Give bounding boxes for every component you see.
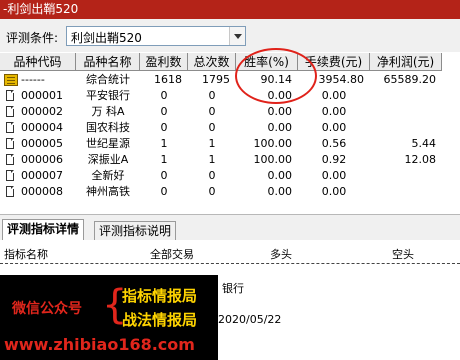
row-wins: 1 (160, 137, 168, 150)
row-profit (370, 184, 436, 200)
summary-profit: 65589.20 (383, 73, 437, 86)
row-profit: 5.44 (411, 137, 437, 150)
row-code[interactable]: 000001 (21, 88, 76, 104)
row-winrate: 0.00 (267, 105, 293, 118)
row-name[interactable]: 国农科技 (76, 120, 140, 136)
row-total: 1 (208, 137, 216, 150)
summary-total: 1795 (202, 73, 230, 86)
row-profit: 12.08 (404, 153, 437, 166)
row-wins: 0 (160, 121, 168, 134)
detail-date-text: 2020/05/22 (218, 313, 282, 326)
row-name[interactable]: 世纪星源 (76, 136, 140, 152)
row-code[interactable]: 000004 (21, 120, 76, 136)
col-header-wins[interactable]: 盈利数 (140, 53, 188, 71)
title-bar: -利剑出鞘520 (0, 0, 460, 19)
row-wins: 0 (160, 105, 168, 118)
row-profit (370, 88, 436, 104)
document-icon (6, 90, 14, 101)
row-total: 0 (208, 121, 216, 134)
tab-bar: 评测指标详情 评测指标说明 (0, 214, 460, 241)
col-header-code[interactable]: 品种代码 (0, 53, 76, 71)
row-fee: 0.00 (321, 185, 347, 198)
row-profit (370, 120, 436, 136)
row-wins: 0 (160, 169, 168, 182)
row-code[interactable]: 000007 (21, 168, 76, 184)
window-title: -利剑出鞘520 (3, 2, 79, 16)
tab-indicator-details[interactable]: 评测指标详情 (2, 219, 85, 241)
document-icon (6, 170, 14, 181)
document-icon (6, 122, 14, 133)
highlight-circle (235, 48, 317, 104)
col-header-total[interactable]: 总次数 (188, 53, 236, 71)
document-icon (6, 138, 14, 149)
results-grid[interactable]: 品种代码 品种名称 盈利数 总次数 胜率(%) 手续费(元) 净利润(元) --… (0, 53, 460, 211)
detail-header-long: 多头 (270, 248, 292, 261)
row-fee: 0.92 (321, 153, 347, 166)
divider (0, 263, 460, 264)
summary-icon (4, 74, 18, 86)
document-icon (6, 106, 14, 117)
row-total: 0 (208, 169, 216, 182)
summary-name: 综合统计 (86, 73, 130, 86)
col-header-name[interactable]: 品种名称 (76, 53, 140, 71)
condition-label: 评测条件: (6, 31, 59, 45)
summary-code: ------ (21, 73, 45, 86)
watermark-left-text: 微信公众号 (12, 301, 82, 317)
row-wins: 1 (160, 153, 168, 166)
row-winrate: 100.00 (253, 137, 293, 150)
watermark-banner: 微信公众号 { 指标情报局 战法情报局 www.zhibiao168.com (0, 275, 218, 360)
row-total: 1 (208, 153, 216, 166)
watermark-url: www.zhibiao168.com (4, 335, 195, 354)
document-icon (6, 186, 14, 197)
row-fee: 0.00 (321, 169, 347, 182)
row-winrate: 100.00 (253, 153, 293, 166)
detail-header-short: 空头 (392, 248, 414, 261)
row-name[interactable]: 万 科A (76, 104, 140, 120)
detail-header-all: 全部交易 (150, 248, 194, 261)
row-name[interactable]: 平安银行 (76, 88, 140, 104)
condition-value: 利剑出鞘520 (71, 31, 142, 45)
row-total: 0 (208, 105, 216, 118)
col-header-profit[interactable]: 净利润(元) (370, 53, 442, 71)
summary-wins: 1618 (154, 73, 182, 86)
row-fee: 0.00 (321, 121, 347, 134)
row-code[interactable]: 000005 (21, 136, 76, 152)
row-winrate: 0.00 (267, 121, 293, 134)
detail-header-name: 指标名称 (4, 248, 48, 261)
condition-row: 评测条件: 利剑出鞘520 (0, 19, 460, 52)
row-wins: 0 (160, 185, 168, 198)
watermark-right-line2: 战法情报局 (122, 311, 198, 329)
row-winrate: 0.00 (267, 185, 293, 198)
condition-select[interactable]: 利剑出鞘520 (66, 26, 246, 46)
row-profit (370, 168, 436, 184)
row-total: 0 (208, 185, 216, 198)
detail-bank-text: 银行 (222, 282, 244, 295)
row-total: 0 (208, 89, 216, 102)
row-name[interactable]: 神州高铁 (76, 184, 140, 200)
row-name[interactable]: 深振业A (76, 152, 140, 168)
row-winrate: 0.00 (267, 169, 293, 182)
row-code[interactable]: 000008 (21, 184, 76, 200)
row-fee: 0.56 (321, 137, 347, 150)
document-icon (6, 154, 14, 165)
watermark-right-line1: 指标情报局 (122, 287, 198, 305)
row-profit (370, 104, 436, 120)
row-fee: 0.00 (321, 105, 347, 118)
row-name[interactable]: 全新好 (76, 168, 140, 184)
tab-indicator-description[interactable]: 评测指标说明 (94, 221, 177, 241)
chevron-down-icon[interactable] (229, 27, 245, 45)
row-wins: 0 (160, 89, 168, 102)
row-code[interactable]: 000002 (21, 104, 76, 120)
row-code[interactable]: 000006 (21, 152, 76, 168)
